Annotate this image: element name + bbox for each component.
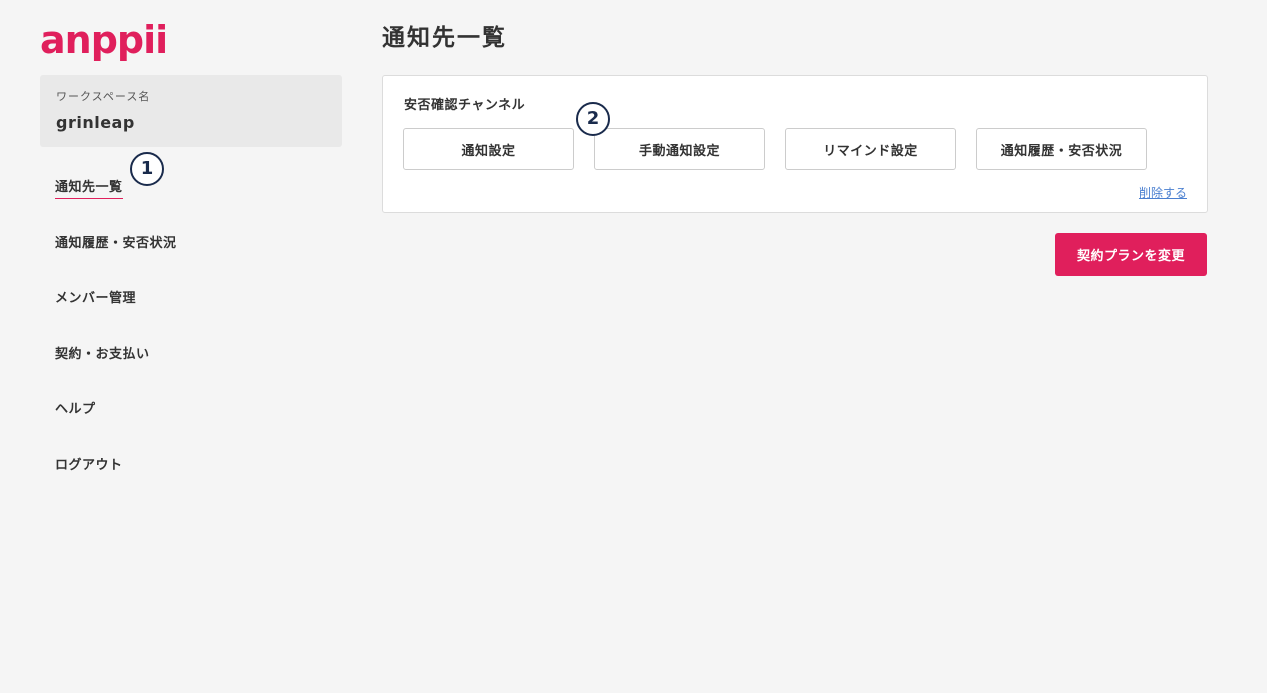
sidebar-item-notification-history[interactable]: 通知履歴・安否状況: [55, 232, 177, 251]
sidebar-item-member-management[interactable]: メンバー管理: [55, 287, 136, 306]
delete-channel-link[interactable]: 削除する: [1139, 184, 1187, 201]
workspace-label: ワークスペース名: [56, 90, 151, 103]
reminder-settings-button[interactable]: リマインド設定: [785, 128, 956, 170]
change-plan-button[interactable]: 契約プランを変更: [1055, 233, 1207, 276]
sidebar: anppii ワークスペース名 grinleap 通知先一覧 通知履歴・安否状況…: [0, 0, 360, 693]
annotation-badge-2: 2: [576, 102, 610, 136]
notification-history-button[interactable]: 通知履歴・安否状況: [976, 128, 1147, 170]
channel-card: 安否確認チャンネル 通知設定 手動通知設定 リマインド設定 通知履歴・安否状況 …: [382, 75, 1208, 213]
annotation-badge-1: 1: [130, 152, 164, 186]
sidebar-item-logout[interactable]: ログアウト: [55, 454, 123, 473]
sidebar-item-contract-payment[interactable]: 契約・お支払い: [55, 343, 150, 362]
sidebar-item-help[interactable]: ヘルプ: [55, 398, 96, 417]
anppii-logo[interactable]: anppii: [40, 12, 168, 68]
sidebar-item-notification-list[interactable]: 通知先一覧: [55, 176, 123, 199]
notification-settings-button[interactable]: 通知設定: [403, 128, 574, 170]
workspace-name: grinleap: [56, 113, 135, 132]
page-title: 通知先一覧: [382, 25, 507, 51]
manual-notification-settings-button[interactable]: 手動通知設定: [594, 128, 765, 170]
workspace-panel: ワークスペース名 grinleap: [40, 75, 342, 147]
channel-title: 安否確認チャンネル: [404, 98, 526, 113]
